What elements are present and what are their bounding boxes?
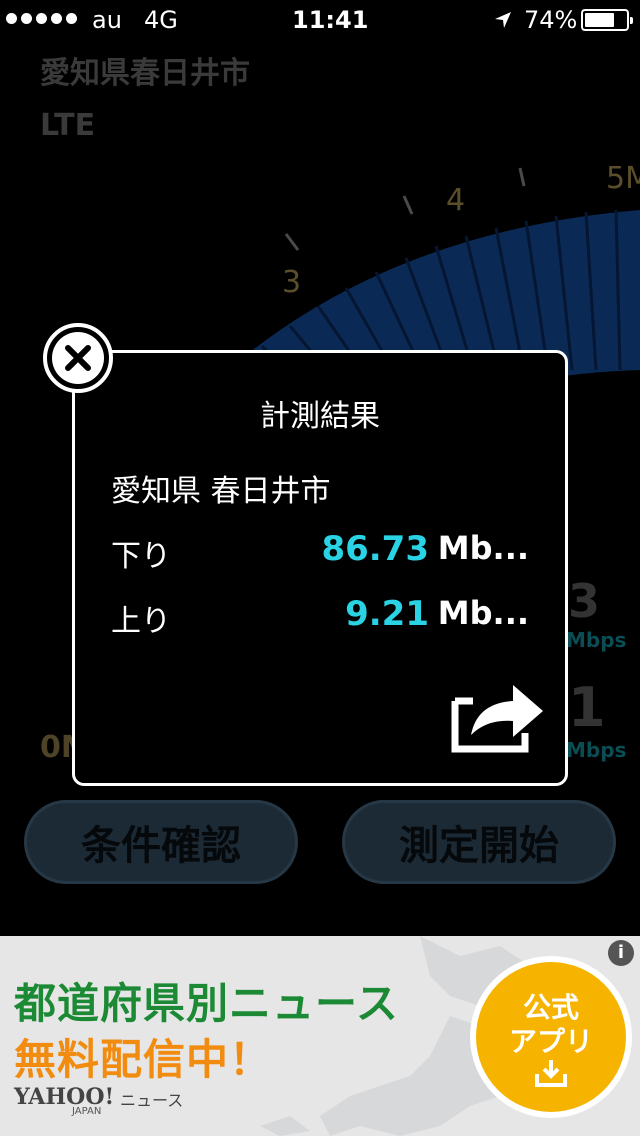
upload-value: 9.21	[345, 594, 429, 634]
start-measurement-button[interactable]: 測定開始	[342, 800, 616, 884]
clock: 11:41	[292, 6, 369, 34]
ad-info-icon[interactable]: i	[608, 940, 634, 966]
upload-speed-display: 1	[568, 676, 606, 739]
gauge-label-3: 3	[282, 265, 301, 300]
battery-percent: 74%	[524, 6, 578, 34]
download-value: 86.73	[321, 529, 429, 569]
dialog-title: 計測結果	[260, 399, 380, 434]
yahoo-news-label: ニュース	[120, 1091, 184, 1110]
connection-type: LTE	[40, 108, 96, 143]
upload-label: 上り	[111, 604, 171, 639]
battery-icon	[581, 9, 633, 31]
download-row: 下り 86.73 Mb...	[111, 529, 529, 574]
ad-headline: 都道府県別ニュース	[14, 979, 399, 1028]
download-speed-display: 3	[568, 574, 601, 628]
location-arrow-icon	[495, 12, 511, 28]
download-label: 下り	[111, 539, 171, 574]
gauge-label-5m: 5M	[606, 161, 640, 196]
current-location: 愛知県春日井市	[40, 56, 250, 91]
share-icon[interactable]	[451, 675, 547, 755]
ad-banner[interactable]: i 都道府県別ニュース 無料配信中！ YAHOO! JAPAN ニュース 公式 …	[0, 936, 640, 1136]
result-location: 愛知県 春日井市	[111, 474, 331, 509]
status-bar: au 4G 11:41 74%	[0, 0, 640, 40]
close-dialog-button[interactable]	[43, 323, 113, 393]
check-conditions-button[interactable]: 条件確認	[24, 800, 298, 884]
yahoo-logo-sub: JAPAN	[72, 1106, 102, 1117]
result-dialog: 計測結果 愛知県 春日井市 下り 86.73 Mb... 上り 9.21 Mb.…	[72, 350, 568, 786]
network-type: 4G	[144, 6, 178, 34]
upload-row: 上り 9.21 Mb...	[111, 594, 529, 639]
gauge-label-4: 4	[446, 183, 465, 218]
download-unit: Mb...	[437, 529, 529, 567]
upload-unit-display: Mbps	[566, 738, 627, 762]
download-unit-display: Mbps	[566, 628, 627, 652]
signal-strength-icon	[6, 13, 77, 24]
upload-unit: Mb...	[437, 594, 529, 632]
download-icon	[535, 1060, 567, 1087]
badge-line-2: アプリ	[508, 1025, 593, 1058]
official-app-badge[interactable]: 公式 アプリ	[470, 956, 632, 1118]
ad-subhead: 無料配信中！	[14, 1035, 273, 1084]
carrier-name: au	[92, 6, 122, 34]
close-icon	[52, 332, 104, 384]
